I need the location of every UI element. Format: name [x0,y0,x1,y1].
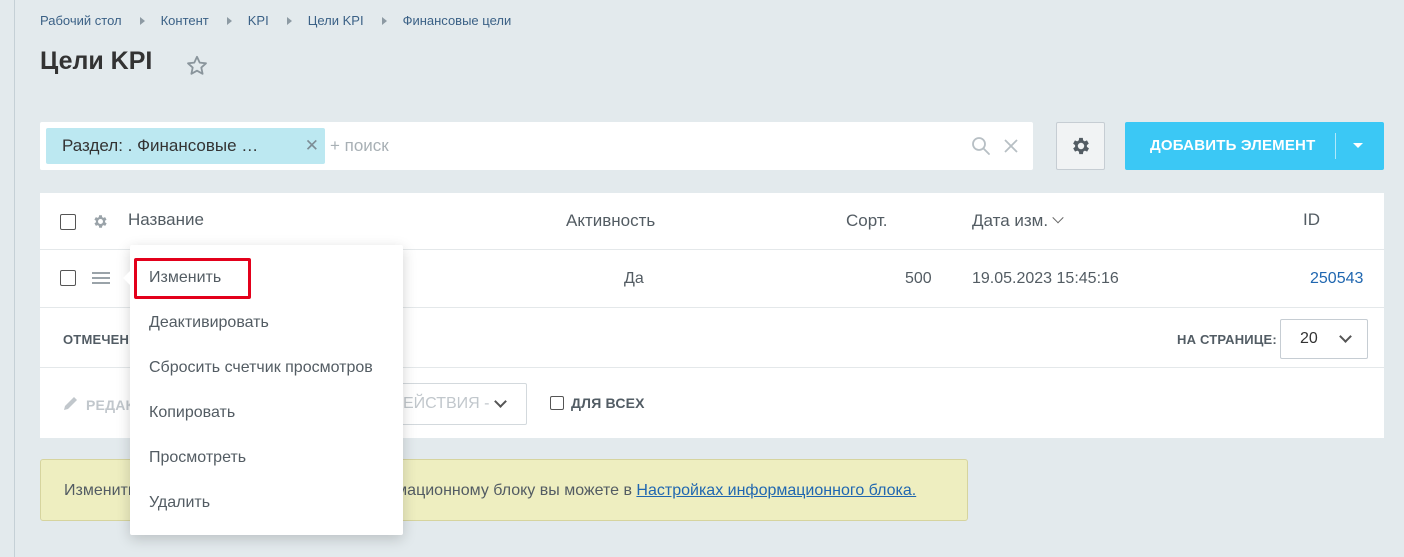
edit-selected-button[interactable]: РЕДАК [86,397,134,413]
breadcrumb-separator-icon [139,16,145,25]
per-page-select[interactable]: 20 [1280,319,1368,359]
filter-tag[interactable]: Раздел: . Финансовые … ✕ [46,128,325,164]
search-input[interactable] [330,132,930,160]
breadcrumb-separator-icon [381,16,387,25]
filter-tag-label: Раздел: . Финансовые … [62,136,259,155]
breadcrumb-separator-icon [226,16,232,25]
actions-select-value: ЕЙСТВИЯ - [403,395,490,412]
column-header-name[interactable]: Название [128,210,204,230]
breadcrumb: Рабочий стол Контент KPI Цели KPI Финанс… [40,13,511,28]
add-dropdown-caret-icon[interactable] [1353,143,1363,148]
grid-header: Название Активность Сорт. Дата изм. ID [40,193,1384,250]
menu-item-reset-views[interactable]: Сбросить счетчик просмотров [130,348,403,388]
star-icon[interactable] [185,54,209,78]
per-page-label: НА СТРАНИЦЕ: [1177,332,1277,347]
row-menu-hamburger-icon[interactable] [92,271,110,285]
settings-button[interactable] [1056,122,1105,170]
filter-tag-close-icon[interactable]: ✕ [305,128,319,164]
column-header-date-label: Дата изм. [972,211,1049,230]
row-context-menu: Изменить Деактивировать Сбросить счетчик… [123,245,403,535]
column-settings-gear-icon[interactable] [92,213,109,230]
menu-item-deactivate[interactable]: Деактивировать [130,303,403,343]
notice-text-mid: мационному блоку вы можете в [396,482,637,499]
selected-count-label: ОТМЕЧЕН [63,332,130,347]
add-button-divider [1335,133,1336,159]
for-all-checkbox[interactable] [550,396,564,410]
breadcrumb-item-kpi[interactable]: KPI [248,13,269,28]
breadcrumb-item-kpi-goals[interactable]: Цели KPI [308,13,364,28]
breadcrumb-separator-icon [286,16,292,25]
column-header-date[interactable]: Дата изм. [972,211,1064,231]
add-element-button[interactable]: ДОБАВИТЬ ЭЛЕМЕНТ [1125,122,1384,170]
breadcrumb-item-financial-goals[interactable]: Финансовые цели [403,13,512,28]
clear-icon[interactable] [1002,137,1020,155]
search-icon[interactable] [971,136,991,156]
cell-activity: Да [624,270,644,287]
iblock-settings-link[interactable]: Настройках информационного блока. [636,482,916,499]
select-all-checkbox[interactable] [60,214,76,230]
chevron-down-icon [494,395,507,408]
cell-date: 19.05.2023 15:45:16 [972,270,1119,287]
left-rule [14,0,15,557]
sort-desc-chevron-icon [1052,212,1064,224]
column-header-id[interactable]: ID [1303,210,1320,230]
page-title: Цели KPI [40,47,153,75]
column-header-activity[interactable]: Активность [566,211,655,231]
breadcrumb-item-desktop[interactable]: Рабочий стол [40,13,122,28]
context-menu-arrow [123,271,130,285]
gear-icon [1072,137,1089,155]
row-checkbox[interactable] [60,270,76,286]
filter-bar: Раздел: . Финансовые … ✕ [40,122,1033,170]
column-header-sort[interactable]: Сорт. [846,211,887,231]
menu-item-delete[interactable]: Удалить [130,483,403,523]
notice-text-left: Изменить [64,482,137,499]
pencil-icon [64,397,77,410]
cell-id-link[interactable]: 250543 [1310,270,1363,288]
menu-item-copy[interactable]: Копировать [130,393,403,433]
add-element-label: ДОБАВИТЬ ЭЛЕМЕНТ [1150,137,1316,154]
for-all-label: ДЛЯ ВСЕХ [571,395,645,411]
breadcrumb-item-content[interactable]: Контент [161,13,209,28]
per-page-value: 20 [1300,330,1318,347]
chevron-down-icon [1339,330,1352,343]
menu-item-view[interactable]: Просмотреть [130,438,403,478]
edit-highlight-box [134,258,251,299]
cell-sort: 500 [905,270,932,287]
